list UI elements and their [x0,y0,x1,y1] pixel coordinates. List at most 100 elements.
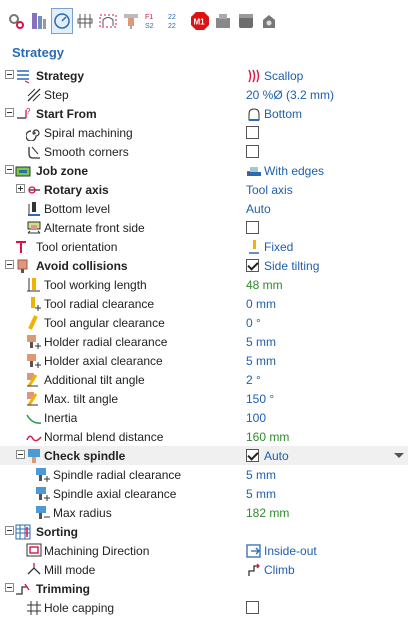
row-value[interactable]: 5 mm [246,487,276,501]
check-spindle-checkbox[interactable] [246,449,259,462]
collapse-toggle[interactable] [5,260,14,269]
feeds-speeds-icon[interactable]: F1 S2 [144,9,164,33]
tool-holder-icon[interactable] [29,9,49,33]
row-avoid-collisions[interactable]: Avoid collisions Side tilting [0,256,408,275]
row-value[interactable]: Fixed [264,240,293,254]
row-step[interactable]: Step 20 %Ø (3.2 mm) [0,85,408,104]
row-label: Step [44,88,69,102]
row-inertia[interactable]: Inertia 100 [0,408,408,427]
smooth-corners-icon [28,146,40,159]
row-tool-working-length[interactable]: Tool working length 48 mm [0,275,408,294]
row-additional-tilt-angle[interactable]: Additional tilt angle 2 ° [0,370,408,389]
panel-title: Strategy [12,45,65,60]
row-max-tilt-angle[interactable]: Max. tilt angle 150 ° [0,389,408,408]
row-value[interactable]: 150 ° [246,392,274,406]
row-label: Normal blend distance [44,430,164,444]
row-spindle-radial-clearance[interactable]: Spindle radial clearance 5 mm [0,465,408,484]
row-spiral-machining[interactable]: Spiral machining [0,123,408,142]
alternate-front-side-checkbox[interactable] [246,221,259,234]
row-check-spindle[interactable]: Check spindle Auto [0,446,408,465]
row-label: Max radius [53,506,112,520]
row-smooth-corners[interactable]: Smooth corners [0,142,408,161]
avoid-collisions-checkbox[interactable] [246,259,259,272]
row-machining-direction[interactable]: Machining Direction Inside-out [0,541,408,560]
leads-icon[interactable] [98,9,118,33]
row-max-radius[interactable]: Max radius 182 mm [0,503,408,522]
row-holder-radial-clearance[interactable]: Holder radial clearance 5 mm [0,332,408,351]
row-rotary-axis[interactable]: Rotary axis Tool axis [0,180,408,199]
collapse-toggle[interactable] [5,108,14,117]
settings-gears-icon[interactable] [6,9,26,33]
row-label: Tool orientation [36,240,118,254]
strategy-gauge-icon[interactable] [51,8,73,34]
row-spindle-axial-clearance[interactable]: Spindle axial clearance 5 mm [0,484,408,503]
row-value[interactable]: 5 mm [246,354,276,368]
row-tool-orientation[interactable]: Tool orientation Fixed [0,237,408,256]
row-value[interactable]: 5 mm [246,335,276,349]
links-icon[interactable] [75,9,95,33]
feeds-icon[interactable] [121,9,141,33]
coolant-icon[interactable]: 22 22 [167,9,187,33]
row-value[interactable]: Tool axis [246,183,293,197]
row-sorting[interactable]: Sorting [0,522,408,541]
row-value[interactable]: 2 ° [246,373,261,387]
row-value[interactable]: Auto [264,449,289,463]
stock-icon[interactable] [213,9,233,33]
collapse-toggle[interactable] [5,165,14,174]
row-value[interactable]: Side tilting [264,259,319,273]
row-bottom-level[interactable]: Bottom level Auto [0,199,408,218]
row-value[interactable]: 160 mm [246,430,289,444]
row-value[interactable]: Auto [246,202,271,216]
row-tool-angular-clearance[interactable]: Tool angular clearance 0 ° [0,313,408,332]
row-holder-axial-clearance[interactable]: Holder axial clearance 5 mm [0,351,408,370]
row-value[interactable]: Scallop [264,69,303,83]
step-icon [27,88,41,102]
smooth-corners-checkbox[interactable] [246,145,259,158]
spindle-axial-clearance-icon [36,487,50,501]
hole-capping-checkbox[interactable] [246,601,259,614]
row-trimming[interactable]: Trimming [0,579,408,598]
row-strategy[interactable]: Strategy Scallop [0,66,408,85]
inertia-icon [26,414,42,424]
machine-icon[interactable] [259,9,279,33]
row-label: Tool angular clearance [44,316,165,330]
row-hole-capping[interactable]: Hole capping [0,598,408,617]
expand-toggle[interactable] [16,184,25,193]
normal-blend-distance-icon [26,435,42,442]
row-mill-mode[interactable]: Mill mode Climb [0,560,408,579]
toolbar: F1 S2 22 22 M1 [0,0,408,42]
row-value[interactable]: Inside-out [264,544,317,558]
row-label: Holder axial clearance [44,354,163,368]
solid-icon[interactable] [236,9,256,33]
row-label: Hole capping [44,601,115,615]
collapse-toggle[interactable] [5,526,14,535]
row-value[interactable]: 48 mm [246,278,283,292]
max-tilt-angle-icon [27,392,38,406]
row-value[interactable]: 100 [246,411,266,425]
row-value[interactable]: With edges [264,164,324,178]
row-value[interactable]: Bottom [264,107,302,121]
row-normal-blend-distance[interactable]: Normal blend distance 160 mm [0,427,408,446]
check-spindle-icon [28,449,40,463]
row-tool-radial-clearance[interactable]: Tool radial clearance 0 mm [0,294,408,313]
row-alternate-front-side[interactable]: Alternate front side [0,218,408,237]
collapse-toggle[interactable] [5,70,14,79]
collapse-toggle[interactable] [16,450,25,459]
row-value[interactable]: 0 mm [246,297,276,311]
macro-m1-icon[interactable]: M1 [190,9,210,33]
row-value[interactable]: 0 ° [246,316,261,330]
chevron-down-icon[interactable] [394,453,404,458]
tool-length-icon [27,278,40,292]
row-start-from[interactable]: ? Start From Bottom [0,104,408,123]
row-job-zone[interactable]: Job zone With edges [0,161,408,180]
row-value[interactable]: Climb [264,563,295,577]
row-value[interactable]: 182 mm [246,506,289,520]
row-label: Sorting [36,525,78,539]
spiral-machining-checkbox[interactable] [246,126,259,139]
row-label: Tool working length [44,278,147,292]
holder-axial-clearance-icon [27,354,41,368]
row-value[interactable]: 20 %Ø (3.2 mm) [246,88,334,102]
scallop-icon [248,69,260,83]
row-value[interactable]: 5 mm [246,468,276,482]
collapse-toggle[interactable] [5,583,14,592]
